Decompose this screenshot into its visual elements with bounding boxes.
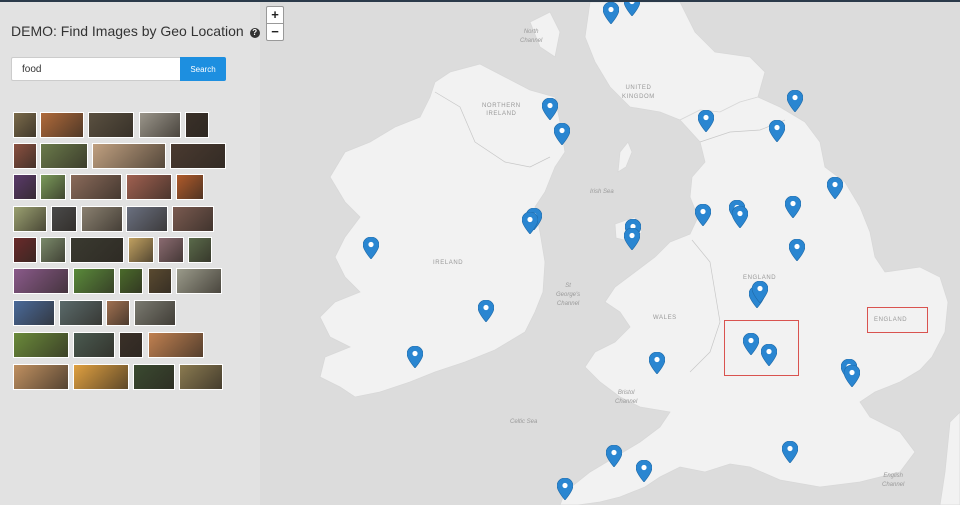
map-marker[interactable] xyxy=(787,90,803,112)
map-marker[interactable] xyxy=(407,346,423,368)
image-thumbnail[interactable] xyxy=(13,268,69,294)
image-thumbnail[interactable] xyxy=(70,174,122,200)
image-thumbnail[interactable] xyxy=(13,364,69,390)
image-thumbnail[interactable] xyxy=(106,300,130,326)
image-thumbnail[interactable] xyxy=(13,332,69,358)
image-thumbnail[interactable] xyxy=(73,268,115,294)
search-input[interactable] xyxy=(11,57,181,81)
image-thumbnail[interactable] xyxy=(148,332,204,358)
map-marker[interactable] xyxy=(649,352,665,374)
map-marker[interactable] xyxy=(743,333,759,355)
image-thumbnail[interactable] xyxy=(13,300,55,326)
help-icon[interactable]: ? xyxy=(249,28,260,38)
map-marker[interactable] xyxy=(785,196,801,218)
image-thumbnail[interactable] xyxy=(40,174,66,200)
image-thumbnail[interactable] xyxy=(179,364,223,390)
image-thumbnail[interactable] xyxy=(40,112,84,138)
map-marker[interactable] xyxy=(522,212,538,234)
image-thumbnail[interactable] xyxy=(70,237,124,263)
map-marker[interactable] xyxy=(624,2,640,16)
image-thumbnail[interactable] xyxy=(73,332,115,358)
image-thumbnail[interactable] xyxy=(73,364,129,390)
image-thumbnail[interactable] xyxy=(139,112,181,138)
image-thumbnail[interactable] xyxy=(128,237,154,263)
image-thumbnail[interactable] xyxy=(81,206,123,232)
zoom-out-button[interactable]: − xyxy=(266,23,284,41)
image-thumbnail[interactable] xyxy=(40,143,88,169)
land-continent xyxy=(939,411,960,505)
map-marker[interactable] xyxy=(698,110,714,132)
map-marker[interactable] xyxy=(761,344,777,366)
map-marker[interactable] xyxy=(363,237,379,259)
map-marker[interactable] xyxy=(827,177,843,199)
zoom-in-button[interactable]: + xyxy=(266,6,284,24)
highlight-box-england-label xyxy=(867,307,928,333)
image-thumbnail[interactable] xyxy=(92,143,166,169)
label-united-kingdom: UNITED KINGDOM xyxy=(622,85,655,100)
image-thumbnail[interactable] xyxy=(40,237,66,263)
map-marker[interactable] xyxy=(782,441,798,463)
image-thumbnail[interactable] xyxy=(185,112,209,138)
image-thumbnail[interactable] xyxy=(13,206,47,232)
image-thumbnail[interactable] xyxy=(176,174,204,200)
image-thumbnail[interactable] xyxy=(176,268,222,294)
map-marker[interactable] xyxy=(606,445,622,467)
map-marker[interactable] xyxy=(603,2,619,24)
image-thumbnail[interactable] xyxy=(126,206,168,232)
map-marker[interactable] xyxy=(844,365,860,387)
map-marker[interactable] xyxy=(636,460,652,482)
image-thumbnail[interactable] xyxy=(88,112,134,138)
label-wales: WALES xyxy=(653,315,677,321)
map-marker[interactable] xyxy=(557,478,573,500)
map-marker[interactable] xyxy=(695,204,711,226)
sea-label-north-channel: North Channel xyxy=(520,29,543,44)
image-thumbnail[interactable] xyxy=(134,300,176,326)
image-thumbnail[interactable] xyxy=(188,237,212,263)
image-thumbnail[interactable] xyxy=(126,174,172,200)
image-thumbnail[interactable] xyxy=(148,268,172,294)
image-thumbnail[interactable] xyxy=(133,364,175,390)
map-marker[interactable] xyxy=(554,123,570,145)
map-marker[interactable] xyxy=(478,300,494,322)
map-marker[interactable] xyxy=(789,239,805,261)
map-marker[interactable] xyxy=(752,281,768,303)
image-thumbnail[interactable] xyxy=(119,332,143,358)
sea-label-st-georges: St George's Channel xyxy=(556,283,581,307)
app-title: DEMO: Find Images by Geo Location? xyxy=(11,23,260,39)
label-northern-ireland: NORTHERN IRELAND xyxy=(482,103,521,117)
app-title-text: DEMO: Find Images by Geo Location xyxy=(11,23,244,39)
search-button[interactable]: Search xyxy=(180,57,226,81)
map-marker[interactable] xyxy=(769,120,785,142)
map-marker[interactable] xyxy=(624,228,640,250)
image-thumbnail[interactable] xyxy=(13,112,37,138)
image-thumbnail[interactable] xyxy=(51,206,77,232)
image-thumbnail[interactable] xyxy=(119,268,143,294)
map-marker[interactable] xyxy=(542,98,558,120)
map-view[interactable]: NORTHERN IRELAND UNITED KINGDOM IRELAND … xyxy=(260,2,960,505)
image-thumbnail[interactable] xyxy=(170,143,226,169)
image-thumbnail[interactable] xyxy=(13,174,37,200)
image-thumbnail[interactable] xyxy=(158,237,184,263)
sea-label-irish-sea: Irish Sea xyxy=(590,189,614,195)
label-ireland: IRELAND xyxy=(433,260,464,266)
sea-label-celtic: Celtic Sea xyxy=(510,419,538,425)
image-thumbnail[interactable] xyxy=(13,237,37,263)
map-marker[interactable] xyxy=(732,206,748,228)
sea-label-bristol: Bristol Channel xyxy=(615,390,638,405)
image-thumbnail[interactable] xyxy=(172,206,214,232)
sea-label-english-channel: English Channel xyxy=(882,473,905,488)
sidebar: DEMO: Find Images by Geo Location? Searc… xyxy=(0,2,260,505)
land-isle-of-man xyxy=(617,141,633,173)
image-thumbnail[interactable] xyxy=(13,143,37,169)
image-thumbnail[interactable] xyxy=(59,300,103,326)
